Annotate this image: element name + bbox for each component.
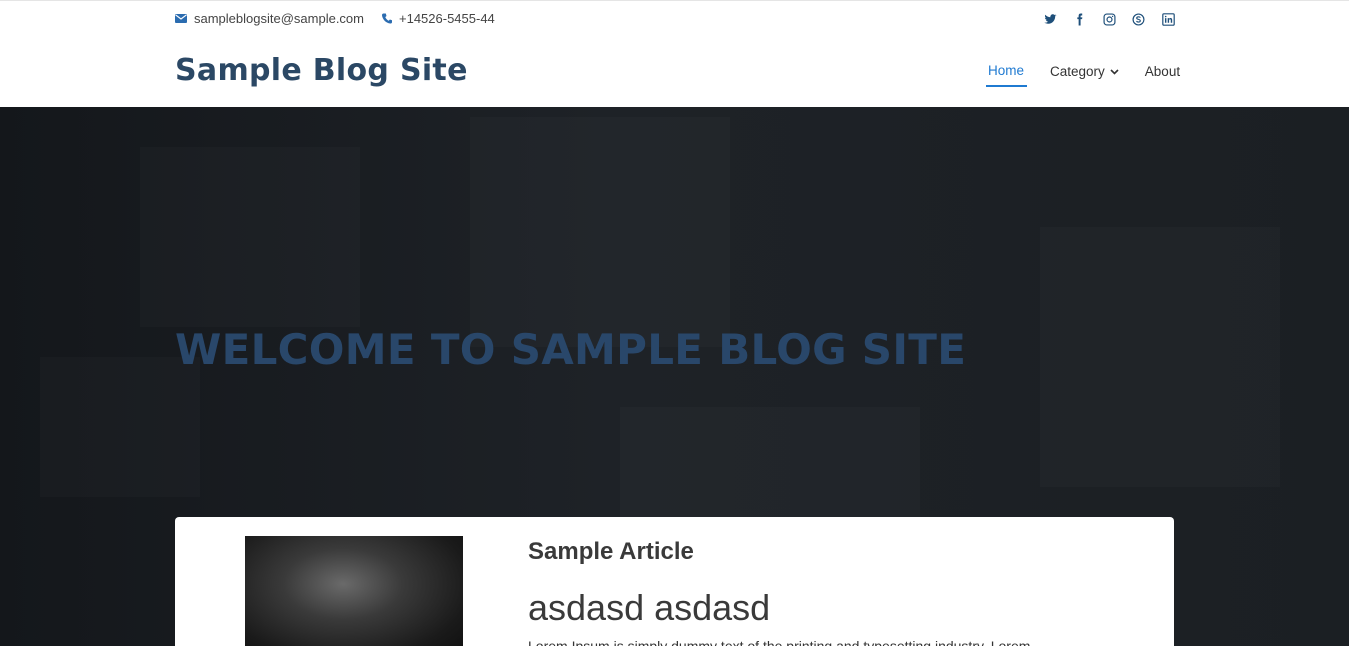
hero-texture xyxy=(470,117,730,347)
facebook-icon[interactable] xyxy=(1073,12,1087,26)
email-contact[interactable]: sampleblogsite@sample.com xyxy=(175,11,364,26)
hero-texture xyxy=(140,147,360,327)
article-excerpt: Lorem Ipsum is simply dummy text of the … xyxy=(528,638,1031,646)
nav-item-label: Category xyxy=(1050,64,1105,79)
hero-texture xyxy=(40,357,200,497)
contact-info: sampleblogsite@sample.com +14526-5455-44 xyxy=(175,11,513,26)
phone-icon xyxy=(382,13,392,24)
social-links xyxy=(1043,12,1191,26)
top-bar: sampleblogsite@sample.com +14526-5455-44 xyxy=(0,0,1349,37)
hero-heading: WELCOME TO SAMPLE BLOG SITE xyxy=(175,325,967,374)
skype-icon[interactable] xyxy=(1132,12,1146,26)
article-title[interactable]: asdasd asdasd xyxy=(528,587,770,629)
site-header: Sample Blog Site Home Category About xyxy=(0,37,1349,107)
nav-item-label: About xyxy=(1144,64,1181,79)
hero-texture xyxy=(620,407,920,527)
main-nav: Home Category About xyxy=(986,61,1183,87)
nav-item-home[interactable]: Home xyxy=(986,61,1028,87)
instagram-icon[interactable] xyxy=(1102,12,1116,26)
nav-item-label: Home xyxy=(988,63,1025,78)
nav-item-category[interactable]: Category xyxy=(1048,61,1122,87)
linkedin-icon[interactable] xyxy=(1161,12,1175,26)
envelope-icon xyxy=(175,14,187,23)
hero-texture xyxy=(1040,227,1280,487)
article-card[interactable]: Sample Article asdasd asdasd Lorem Ipsum… xyxy=(175,517,1174,646)
email-text: sampleblogsite@sample.com xyxy=(194,11,364,26)
phone-contact[interactable]: +14526-5455-44 xyxy=(382,11,495,26)
site-logo[interactable]: Sample Blog Site xyxy=(175,53,468,88)
article-category[interactable]: Sample Article xyxy=(528,538,694,566)
twitter-icon[interactable] xyxy=(1043,12,1057,26)
phone-text: +14526-5455-44 xyxy=(399,11,495,26)
article-thumbnail[interactable] xyxy=(245,536,463,646)
nav-item-about[interactable]: About xyxy=(1143,61,1183,87)
chevron-down-icon xyxy=(1110,68,1119,75)
